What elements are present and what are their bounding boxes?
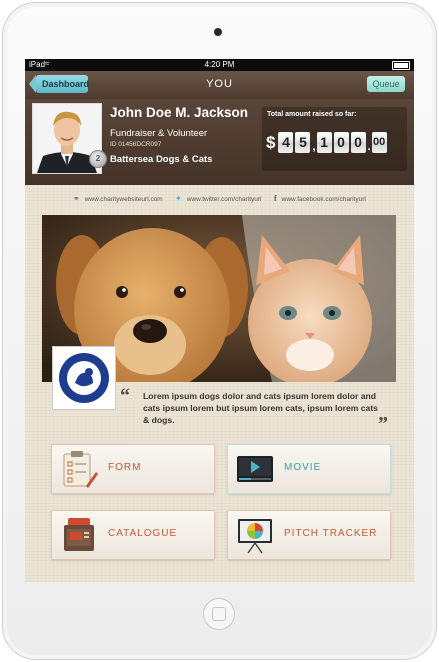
navigation-bar: Dashboard YOU Queue	[25, 71, 414, 100]
profile-id: ID 01456DCR097	[110, 141, 162, 148]
page-title: YOU	[206, 78, 233, 90]
status-time: 4:20 PM	[204, 60, 235, 69]
form-tile-button[interactable]: FORM	[51, 444, 215, 494]
quote-close-mark: ”	[378, 413, 388, 435]
decimal-separator: .	[367, 141, 371, 153]
queue-button[interactable]: Queue	[367, 76, 405, 92]
currency-symbol: $	[266, 133, 276, 152]
counter-digit: 5	[295, 132, 311, 153]
charity-logo	[52, 346, 116, 410]
video-player-icon	[236, 450, 274, 488]
social-links-bar: ⚭ www.charitywebsiteurl.com ✦ www.twitter.…	[25, 191, 414, 207]
website-link-text: www.charitywebsiteurl.com	[84, 196, 163, 203]
counter-digit: 0	[350, 132, 366, 153]
app-screen: iPad ≈ 4:20 PM Dashboard YOU Queue John …	[25, 59, 414, 582]
profile-organization: Battersea Dogs & Cats	[110, 154, 213, 165]
counter-digit: 1	[316, 132, 332, 153]
front-camera	[214, 28, 222, 36]
twitter-link-text: www.twitter.com/charityurl	[186, 196, 262, 203]
profile-header: John Doe M. Jackson Fundraiser & Volunte…	[25, 99, 414, 185]
home-button[interactable]	[203, 598, 235, 630]
facebook-link-text: www.facebook.com/charityurl	[281, 196, 366, 203]
quote-text: Lorem ipsum dogs dolor and cats ipsum lo…	[143, 391, 378, 425]
twitter-link[interactable]: ✦ www.twitter.com/charityurl	[175, 194, 261, 203]
battery-icon	[392, 61, 410, 70]
counter-cents: 00	[371, 132, 387, 153]
counter-digit: 0	[333, 132, 349, 153]
clipboard-form-icon	[60, 450, 98, 488]
amount-raised-label: Total amount raised so far:	[267, 111, 357, 118]
form-tile-label: FORM	[108, 462, 142, 473]
catalogue-tile-label: CATALOGUE	[108, 528, 178, 539]
amount-counter: $ 4 5 , 1 0 0 . 00	[266, 132, 389, 153]
movie-tile-button[interactable]: MOVIE	[227, 444, 391, 494]
pitch-tracker-tile-label: PITCH TRACKER	[284, 528, 378, 539]
facebook-icon: f	[274, 194, 277, 203]
quote-open-mark: “	[120, 385, 130, 407]
facebook-link[interactable]: f www.facebook.com/charityurl	[274, 194, 366, 203]
pitch-tracker-tile-button[interactable]: PITCH TRACKER	[227, 510, 391, 560]
thousands-separator: ,	[312, 141, 316, 153]
twitter-bird-icon: ✦	[175, 194, 182, 203]
rank-badge-icon: 2	[89, 150, 107, 168]
presentation-chart-icon	[236, 516, 274, 554]
movie-tile-label: MOVIE	[284, 462, 322, 473]
profile-role: Fundraiser & Volunteer	[110, 128, 208, 139]
catalogue-tile-button[interactable]: CATALOGUE	[51, 510, 215, 560]
amount-raised-panel: Total amount raised so far: $ 4 5 , 1 0 …	[262, 107, 407, 171]
profile-name: John Doe M. Jackson	[110, 105, 249, 120]
website-link[interactable]: ⚭ www.charitywebsiteurl.com	[73, 194, 163, 203]
counter-digit: 4	[278, 132, 294, 153]
catalogue-folder-icon	[60, 516, 98, 554]
link-chain-icon: ⚭	[73, 194, 80, 203]
status-bar: iPad ≈ 4:20 PM	[25, 59, 414, 71]
